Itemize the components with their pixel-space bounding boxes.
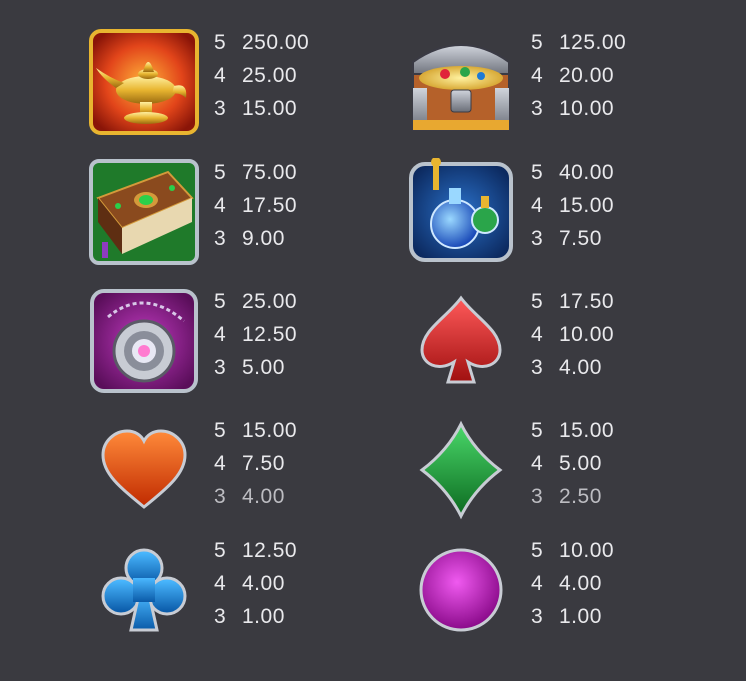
- paytable-entry-amulet: 5 25.00 4 12.50 3 5.00: [86, 285, 426, 405]
- pay-list-book: 5 75.00 4 17.50 3 9.00: [214, 156, 297, 255]
- pay-row: 5 15.00: [214, 419, 298, 442]
- pay-row: 3 4.00: [214, 485, 285, 508]
- pay-row: 3 7.50: [531, 227, 602, 250]
- chest-icon: [403, 26, 519, 138]
- paytable-entry-spade: 5 17.50 4 10.00 3 4.00: [403, 285, 743, 405]
- paytable-entry-circle: 5 10.00 4 4.00 3 1.00: [403, 534, 743, 654]
- lamp-icon: [86, 26, 202, 138]
- pay-list-diamond: 5 15.00 4 5.00 3 2.50: [531, 414, 614, 513]
- paytable-entry-heart: 5 15.00 4 7.50 3 4.00: [86, 414, 426, 534]
- pay-row: 5 75.00: [214, 161, 298, 184]
- pay-row: 5 10.00: [531, 539, 615, 562]
- pay-list-heart: 5 15.00 4 7.50 3 4.00: [214, 414, 297, 513]
- pay-row: 4 4.00: [531, 572, 602, 595]
- paytable-entry-diamond: 5 15.00 4 5.00 3 2.50: [403, 414, 743, 534]
- pay-row: 4 15.00: [531, 194, 615, 217]
- pay-row: 3 1.00: [214, 605, 285, 628]
- pay-row: 5 12.50: [214, 539, 298, 562]
- pay-row: 5 250.00: [214, 31, 310, 54]
- pay-row: 4 25.00: [214, 64, 298, 87]
- pay-row: 3 1.00: [531, 605, 602, 628]
- pay-row: 4 10.00: [531, 323, 615, 346]
- spade-icon: [403, 285, 519, 397]
- pay-row: 4 20.00: [531, 64, 615, 87]
- pay-row: 4 12.50: [214, 323, 298, 346]
- pay-list-spade: 5 17.50 4 10.00 3 4.00: [531, 285, 614, 384]
- pay-row: 3 9.00: [214, 227, 285, 250]
- pay-row: 3 10.00: [531, 97, 615, 120]
- paytable-entry-club: 5 12.50 4 4.00 3 1.00: [86, 534, 426, 654]
- pay-list-potion: 5 40.00 4 15.00 3 7.50: [531, 156, 614, 255]
- pay-row: 4 4.00: [214, 572, 285, 595]
- pay-row: 4 5.00: [531, 452, 602, 475]
- paytable-entry-lamp: 5 250.00 4 25.00 3 15.00: [86, 26, 426, 146]
- pay-row: 3 5.00: [214, 356, 285, 379]
- pay-row: 5 40.00: [531, 161, 615, 184]
- paytable-entry-chest: 5 125.00 4 20.00 3 10.00: [403, 26, 743, 146]
- circle-icon: [403, 534, 519, 646]
- amulet-icon: [86, 285, 202, 397]
- pay-row: 3 4.00: [531, 356, 602, 379]
- diamond-icon: [403, 414, 519, 526]
- pay-row: 4 17.50: [214, 194, 298, 217]
- pay-list-amulet: 5 25.00 4 12.50 3 5.00: [214, 285, 297, 384]
- pay-list-club: 5 12.50 4 4.00 3 1.00: [214, 534, 297, 633]
- pay-row: 5 25.00: [214, 290, 298, 313]
- heart-icon: [86, 414, 202, 526]
- pay-list-chest: 5 125.00 4 20.00 3 10.00: [531, 26, 626, 125]
- potion-icon: [403, 156, 519, 268]
- pay-row: 3 15.00: [214, 97, 298, 120]
- pay-row: 5 17.50: [531, 290, 615, 313]
- pay-row: 5 15.00: [531, 419, 615, 442]
- book-icon: [86, 156, 202, 268]
- club-icon: [86, 534, 202, 646]
- pay-row: 3 2.50: [531, 485, 602, 508]
- paytable-entry-potion: 5 40.00 4 15.00 3 7.50: [403, 156, 743, 276]
- pay-list-circle: 5 10.00 4 4.00 3 1.00: [531, 534, 614, 633]
- pay-row: 4 7.50: [214, 452, 285, 475]
- pay-list-lamp: 5 250.00 4 25.00 3 15.00: [214, 26, 309, 125]
- paytable-entry-book: 5 75.00 4 17.50 3 9.00: [86, 156, 426, 276]
- pay-row: 5 125.00: [531, 31, 627, 54]
